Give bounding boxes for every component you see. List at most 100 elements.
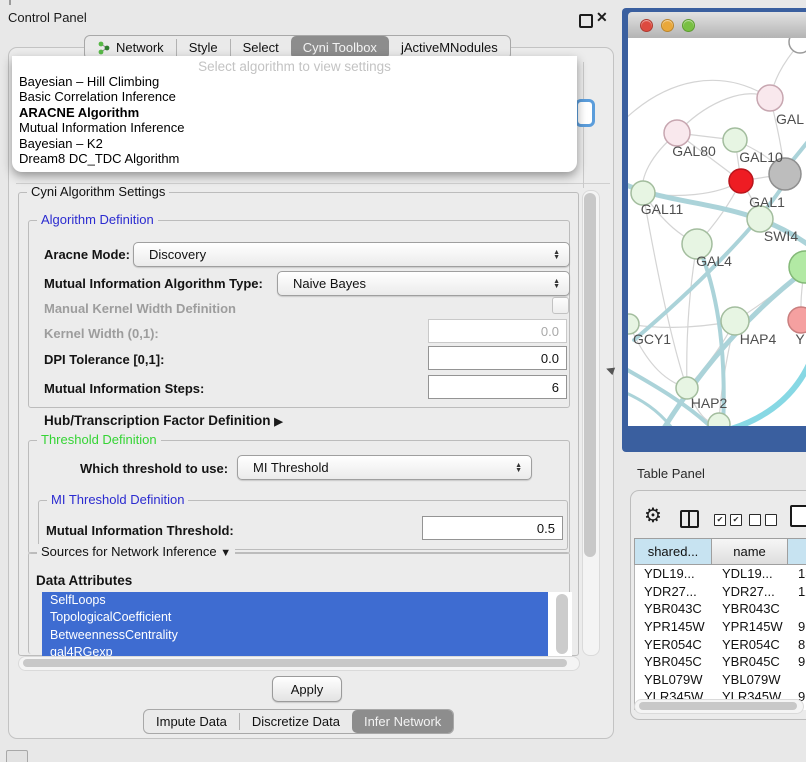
unchecked-pair-icon[interactable]: [749, 514, 777, 526]
table-hscrollbar[interactable]: [634, 699, 804, 714]
attribute-item[interactable]: SelfLoops: [42, 592, 548, 609]
algorithm-option[interactable]: Bayesian – K2: [12, 136, 577, 151]
algorithm-definition-title: Algorithm Definition: [37, 212, 158, 227]
table-cell: YDR27...: [713, 584, 789, 599]
network-node[interactable]: [729, 169, 753, 193]
control-panel-title: Control Panel: [8, 10, 87, 25]
table-cell: YBR045C: [635, 654, 713, 669]
cyni-bottom-tabs: Impute Data Discretize Data Infer Networ…: [143, 709, 454, 734]
combo-stepper-icon: ▲▼: [515, 463, 522, 473]
algorithm-option[interactable]: Mutual Information Inference: [12, 120, 577, 135]
split-columns-icon[interactable]: [680, 510, 699, 528]
tab-discretize-data[interactable]: Discretize Data: [240, 710, 352, 733]
mi-threshold-field[interactable]: 0.5: [422, 516, 563, 540]
table-row[interactable]: YBR045CYBR045C9.: [635, 653, 806, 671]
apply-button[interactable]: Apply: [272, 676, 342, 702]
column-header-partial[interactable]: A: [788, 538, 806, 565]
table-cell: YDR27...: [635, 584, 713, 599]
aracne-mode-combo[interactable]: Discovery ▲▼: [133, 242, 570, 267]
settings-vscrollbar[interactable]: [582, 190, 600, 656]
column-header-name[interactable]: name: [712, 538, 788, 565]
which-threshold-label: Which threshold to use:: [80, 461, 228, 476]
mi-type-combo[interactable]: Naive Bayes ▲▼: [277, 271, 570, 296]
kernel-width-label: Kernel Width (0,1):: [44, 326, 159, 341]
table-panel-title: Table Panel: [637, 466, 705, 481]
network-node[interactable]: [788, 307, 806, 333]
zoom-button[interactable]: [682, 19, 695, 32]
hub-definition-expander[interactable]: Hub/Transcription Factor Definition ▶: [44, 413, 283, 428]
column-header-shared-name[interactable]: shared...: [634, 538, 712, 565]
gear-icon[interactable]: ⚙: [644, 506, 662, 526]
threshold-definition-title: Threshold Definition: [37, 432, 161, 447]
node-label: GAL1: [749, 194, 785, 210]
cyni-settings-title: Cyni Algorithm Settings: [27, 184, 169, 199]
minimized-panel-icon[interactable]: [6, 750, 28, 762]
expander-right-icon: ▶: [274, 416, 282, 428]
mi-steps-field[interactable]: 6: [428, 375, 567, 399]
attributes-vscroll-thumb[interactable]: [556, 594, 568, 654]
table-cell: 13: [789, 566, 806, 581]
algorithm-option[interactable]: Basic Correlation Inference: [12, 89, 577, 104]
table-doc-icon[interactable]: [790, 505, 806, 527]
aracne-mode-label: Aracne Mode:: [44, 247, 130, 262]
network-node[interactable]: [708, 413, 730, 426]
algorithm-option[interactable]: ARACNE Algorithm: [12, 105, 577, 120]
close-button[interactable]: [640, 19, 653, 32]
node-label: GAL4: [696, 253, 732, 269]
node-table: shared... name A YDL19...YDL19...13YDR27…: [634, 538, 806, 710]
network-edge-highlight: [728, 360, 806, 426]
network-canvas[interactable]: GALGAL80GAL10GAL1GAL11SWI4GAL4GCY1HAP4YH…: [628, 38, 806, 426]
kernel-width-field[interactable]: 0.0: [428, 319, 567, 343]
close-panel-icon[interactable]: ✕: [596, 9, 608, 26]
algorithm-option[interactable]: Bayesian – Hill Climbing: [12, 74, 577, 89]
float-panel-icon[interactable]: [579, 14, 593, 28]
table-cell: YBL079W: [713, 672, 789, 687]
node-label: GAL80: [672, 143, 716, 159]
which-threshold-combo[interactable]: MI Threshold ▲▼: [237, 455, 532, 480]
table-cell: YBR043C: [635, 601, 713, 616]
settings-hscrollbar[interactable]: [18, 656, 580, 671]
manual-kernel-checkbox[interactable]: [552, 297, 569, 314]
algorithm-option[interactable]: Dream8 DC_TDC Algorithm: [12, 151, 577, 166]
table-hscroll-thumb[interactable]: [639, 702, 797, 710]
table-row[interactable]: YBL079WYBL079W: [635, 671, 806, 689]
node-label: GCY1: [633, 331, 671, 347]
sources-group-title[interactable]: Sources for Network Inference ▼: [37, 544, 235, 559]
settings-vscroll-thumb[interactable]: [584, 193, 596, 557]
dpi-tolerance-field[interactable]: 0.0: [428, 346, 567, 370]
node-label: Y: [795, 331, 805, 347]
expander-down-icon: ▼: [220, 547, 231, 559]
table-row[interactable]: YBR043CYBR043C: [635, 600, 806, 618]
node-label: HAP4: [740, 331, 777, 347]
network-icon: [97, 41, 111, 55]
tab-infer-network[interactable]: Infer Network: [352, 710, 453, 733]
table-row[interactable]: YPR145WYPR145W9.: [635, 618, 806, 636]
background-combo-fragment: [575, 99, 595, 127]
tab-impute-data[interactable]: Impute Data: [144, 710, 239, 733]
minimize-button[interactable]: [661, 19, 674, 32]
table-row[interactable]: YDR27...YDR27...12: [635, 583, 806, 601]
network-node[interactable]: [757, 85, 783, 111]
attribute-item[interactable]: TopologicalCoefficient: [42, 609, 548, 626]
mi-type-label: Mutual Information Algorithm Type:: [44, 276, 263, 291]
table-cell: 8.: [789, 637, 806, 652]
mi-steps-label: Mutual Information Steps:: [44, 381, 204, 396]
node-label: SWI4: [764, 228, 798, 244]
algorithm-popup: Select algorithm to view settings Bayesi…: [12, 56, 577, 172]
network-node[interactable]: [789, 38, 806, 53]
settings-hscroll-thumb[interactable]: [23, 659, 567, 667]
data-attributes-label: Data Attributes: [36, 573, 132, 588]
table-cell: YBL079W: [635, 672, 713, 687]
table-row[interactable]: YDL19...YDL19...13: [635, 565, 806, 583]
attribute-item[interactable]: BetweennessCentrality: [42, 627, 548, 644]
table-cell: YER054C: [713, 637, 789, 652]
table-body: YDL19...YDL19...13YDR27...YDR27...12YBR0…: [634, 565, 806, 710]
checked-pair-icon[interactable]: ✔✔: [714, 514, 742, 526]
network-window-titlebar[interactable]: [628, 12, 806, 38]
combo-stepper-icon: ▲▼: [553, 279, 560, 289]
data-attributes-list: SelfLoopsTopologicalCoefficientBetweenne…: [42, 592, 572, 658]
table-row[interactable]: YER054CYER054C8.: [635, 635, 806, 653]
node-label: GAL11: [641, 201, 684, 217]
algorithm-placeholder: Select algorithm to view settings: [12, 56, 577, 74]
table-cell: 9.: [789, 619, 806, 634]
